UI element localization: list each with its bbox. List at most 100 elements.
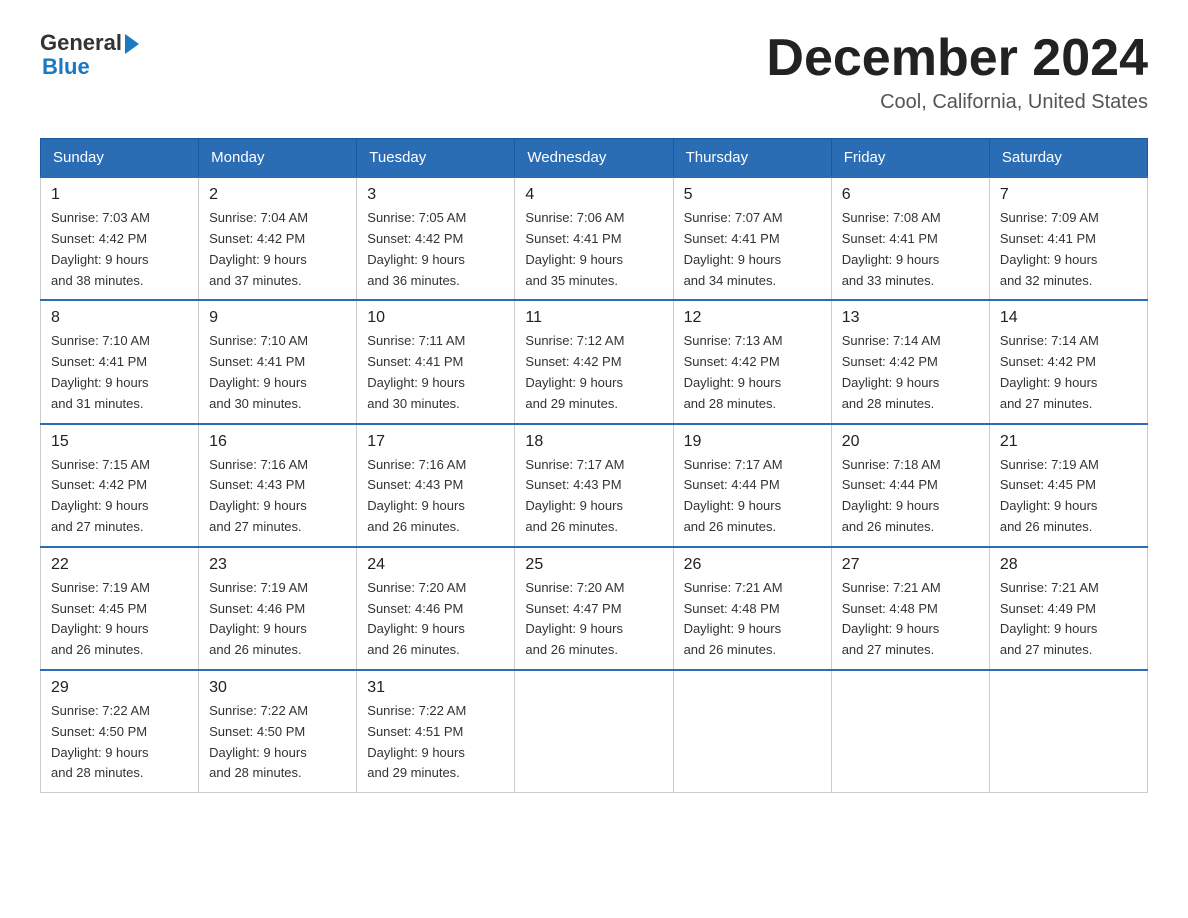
logo-blue-text: Blue <box>42 54 90 80</box>
day-number: 22 <box>51 556 188 574</box>
day-info: Sunrise: 7:10 AMSunset: 4:41 PMDaylight:… <box>209 331 346 414</box>
day-cell: 4 Sunrise: 7:06 AMSunset: 4:41 PMDaylight… <box>515 177 673 300</box>
day-info: Sunrise: 7:14 AMSunset: 4:42 PMDaylight:… <box>1000 331 1137 414</box>
day-info: Sunrise: 7:22 AMSunset: 4:50 PMDaylight:… <box>209 701 346 784</box>
day-number: 3 <box>367 186 504 204</box>
day-info: Sunrise: 7:09 AMSunset: 4:41 PMDaylight:… <box>1000 208 1137 291</box>
logo-triangle-icon <box>125 34 139 54</box>
day-cell: 1Sunrise: 7:03 AMSunset: 4:42 PMDaylight… <box>41 177 199 300</box>
title-section: December 2024 Cool, California, United S… <box>766 30 1148 114</box>
day-cell: 25 Sunrise: 7:20 AMSunset: 4:47 PMDayligh… <box>515 547 673 670</box>
day-number: 11 <box>525 309 662 327</box>
day-number: 25 <box>525 556 662 574</box>
day-cell: 18Sunrise: 7:17 AMSunset: 4:43 PMDayligh… <box>515 424 673 547</box>
day-info: Sunrise: 7:18 AMSunset: 4:44 PMDaylight:… <box>842 455 979 538</box>
day-cell: 11Sunrise: 7:12 AMSunset: 4:42 PMDayligh… <box>515 300 673 423</box>
day-info: Sunrise: 7:21 AMSunset: 4:49 PMDaylight:… <box>1000 578 1137 661</box>
day-number: 5 <box>684 186 821 204</box>
week-row-5: 29 Sunrise: 7:22 AMSunset: 4:50 PMDayligh… <box>41 670 1148 793</box>
day-number: 16 <box>209 433 346 451</box>
day-info: Sunrise: 7:13 AMSunset: 4:42 PMDaylight:… <box>684 331 821 414</box>
day-number: 12 <box>684 309 821 327</box>
calendar-table: SundayMondayTuesdayWednesdayThursdayFrid… <box>40 138 1148 793</box>
logo[interactable]: General Blue <box>40 30 139 80</box>
day-info: Sunrise: 7:20 AMSunset: 4:47 PMDaylight:… <box>525 578 662 661</box>
day-cell: 30Sunrise: 7:22 AMSunset: 4:50 PMDayligh… <box>199 670 357 793</box>
day-cell: 15 Sunrise: 7:15 AMSunset: 4:42 PMDayligh… <box>41 424 199 547</box>
day-cell: 29 Sunrise: 7:22 AMSunset: 4:50 PMDayligh… <box>41 670 199 793</box>
day-cell: 22 Sunrise: 7:19 AMSunset: 4:45 PMDayligh… <box>41 547 199 670</box>
day-number: 27 <box>842 556 979 574</box>
day-cell: 5 Sunrise: 7:07 AMSunset: 4:41 PMDaylight… <box>673 177 831 300</box>
day-info: Sunrise: 7:11 AMSunset: 4:41 PMDaylight:… <box>367 331 504 414</box>
day-info: Sunrise: 7:19 AMSunset: 4:45 PMDaylight:… <box>1000 455 1137 538</box>
day-cell: 6Sunrise: 7:08 AMSunset: 4:41 PMDaylight… <box>831 177 989 300</box>
weekday-header-saturday: Saturday <box>989 139 1147 178</box>
day-info: Sunrise: 7:17 AMSunset: 4:44 PMDaylight:… <box>684 455 821 538</box>
day-number: 10 <box>367 309 504 327</box>
week-row-3: 15 Sunrise: 7:15 AMSunset: 4:42 PMDayligh… <box>41 424 1148 547</box>
day-number: 23 <box>209 556 346 574</box>
day-cell: 2 Sunrise: 7:04 AMSunset: 4:42 PMDaylight… <box>199 177 357 300</box>
day-number: 7 <box>1000 186 1137 204</box>
day-cell <box>673 670 831 793</box>
day-number: 28 <box>1000 556 1137 574</box>
day-number: 14 <box>1000 309 1137 327</box>
day-number: 1 <box>51 186 188 204</box>
day-cell: 8Sunrise: 7:10 AMSunset: 4:41 PMDaylight… <box>41 300 199 423</box>
day-info: Sunrise: 7:17 AMSunset: 4:43 PMDaylight:… <box>525 455 662 538</box>
day-cell: 19Sunrise: 7:17 AMSunset: 4:44 PMDayligh… <box>673 424 831 547</box>
day-number: 9 <box>209 309 346 327</box>
day-info: Sunrise: 7:20 AMSunset: 4:46 PMDaylight:… <box>367 578 504 661</box>
day-cell: 23 Sunrise: 7:19 AMSunset: 4:46 PMDayligh… <box>199 547 357 670</box>
week-row-4: 22 Sunrise: 7:19 AMSunset: 4:45 PMDayligh… <box>41 547 1148 670</box>
day-number: 21 <box>1000 433 1137 451</box>
day-number: 8 <box>51 309 188 327</box>
day-cell <box>989 670 1147 793</box>
day-cell: 13 Sunrise: 7:14 AMSunset: 4:42 PMDayligh… <box>831 300 989 423</box>
day-cell: 17 Sunrise: 7:16 AMSunset: 4:43 PMDayligh… <box>357 424 515 547</box>
day-cell <box>515 670 673 793</box>
day-number: 26 <box>684 556 821 574</box>
day-info: Sunrise: 7:14 AMSunset: 4:42 PMDaylight:… <box>842 331 979 414</box>
day-number: 2 <box>209 186 346 204</box>
day-info: Sunrise: 7:15 AMSunset: 4:42 PMDaylight:… <box>51 455 188 538</box>
day-info: Sunrise: 7:19 AMSunset: 4:45 PMDaylight:… <box>51 578 188 661</box>
day-cell: 21 Sunrise: 7:19 AMSunset: 4:45 PMDayligh… <box>989 424 1147 547</box>
day-info: Sunrise: 7:22 AMSunset: 4:50 PMDaylight:… <box>51 701 188 784</box>
day-info: Sunrise: 7:21 AMSunset: 4:48 PMDaylight:… <box>842 578 979 661</box>
weekday-header-monday: Monday <box>199 139 357 178</box>
day-number: 17 <box>367 433 504 451</box>
day-number: 4 <box>525 186 662 204</box>
day-number: 13 <box>842 309 979 327</box>
day-cell: 14 Sunrise: 7:14 AMSunset: 4:42 PMDayligh… <box>989 300 1147 423</box>
day-cell: 12 Sunrise: 7:13 AMSunset: 4:42 PMDayligh… <box>673 300 831 423</box>
day-info: Sunrise: 7:16 AMSunset: 4:43 PMDaylight:… <box>367 455 504 538</box>
day-info: Sunrise: 7:16 AMSunset: 4:43 PMDaylight:… <box>209 455 346 538</box>
day-cell: 31Sunrise: 7:22 AMSunset: 4:51 PMDayligh… <box>357 670 515 793</box>
day-number: 29 <box>51 679 188 697</box>
weekday-header-wednesday: Wednesday <box>515 139 673 178</box>
page-header: General Blue December 2024 Cool, Califor… <box>40 30 1148 114</box>
location: Cool, California, United States <box>766 91 1148 114</box>
weekday-header-thursday: Thursday <box>673 139 831 178</box>
day-info: Sunrise: 7:06 AMSunset: 4:41 PMDaylight:… <box>525 208 662 291</box>
day-info: Sunrise: 7:19 AMSunset: 4:46 PMDaylight:… <box>209 578 346 661</box>
weekday-header-tuesday: Tuesday <box>357 139 515 178</box>
week-row-1: 1Sunrise: 7:03 AMSunset: 4:42 PMDaylight… <box>41 177 1148 300</box>
week-row-2: 8 Sunrise: 7:10 AMSunset: 4:41 PMDaylight… <box>41 300 1148 423</box>
day-cell: 20 Sunrise: 7:18 AMSunset: 4:44 PMDayligh… <box>831 424 989 547</box>
day-number: 20 <box>842 433 979 451</box>
day-cell: 10 Sunrise: 7:11 AMSunset: 4:41 PMDayligh… <box>357 300 515 423</box>
day-info: Sunrise: 7:07 AMSunset: 4:41 PMDaylight:… <box>684 208 821 291</box>
month-title: December 2024 <box>766 30 1148 87</box>
day-cell: 16 Sunrise: 7:16 AMSunset: 4:43 PMDayligh… <box>199 424 357 547</box>
day-number: 24 <box>367 556 504 574</box>
day-number: 31 <box>367 679 504 697</box>
day-cell <box>831 670 989 793</box>
day-number: 15 <box>51 433 188 451</box>
day-number: 6 <box>842 186 979 204</box>
weekday-header-row: SundayMondayTuesdayWednesdayThursdayFrid… <box>41 139 1148 178</box>
day-info: Sunrise: 7:04 AMSunset: 4:42 PMDaylight:… <box>209 208 346 291</box>
day-cell: 7 Sunrise: 7:09 AMSunset: 4:41 PMDaylight… <box>989 177 1147 300</box>
